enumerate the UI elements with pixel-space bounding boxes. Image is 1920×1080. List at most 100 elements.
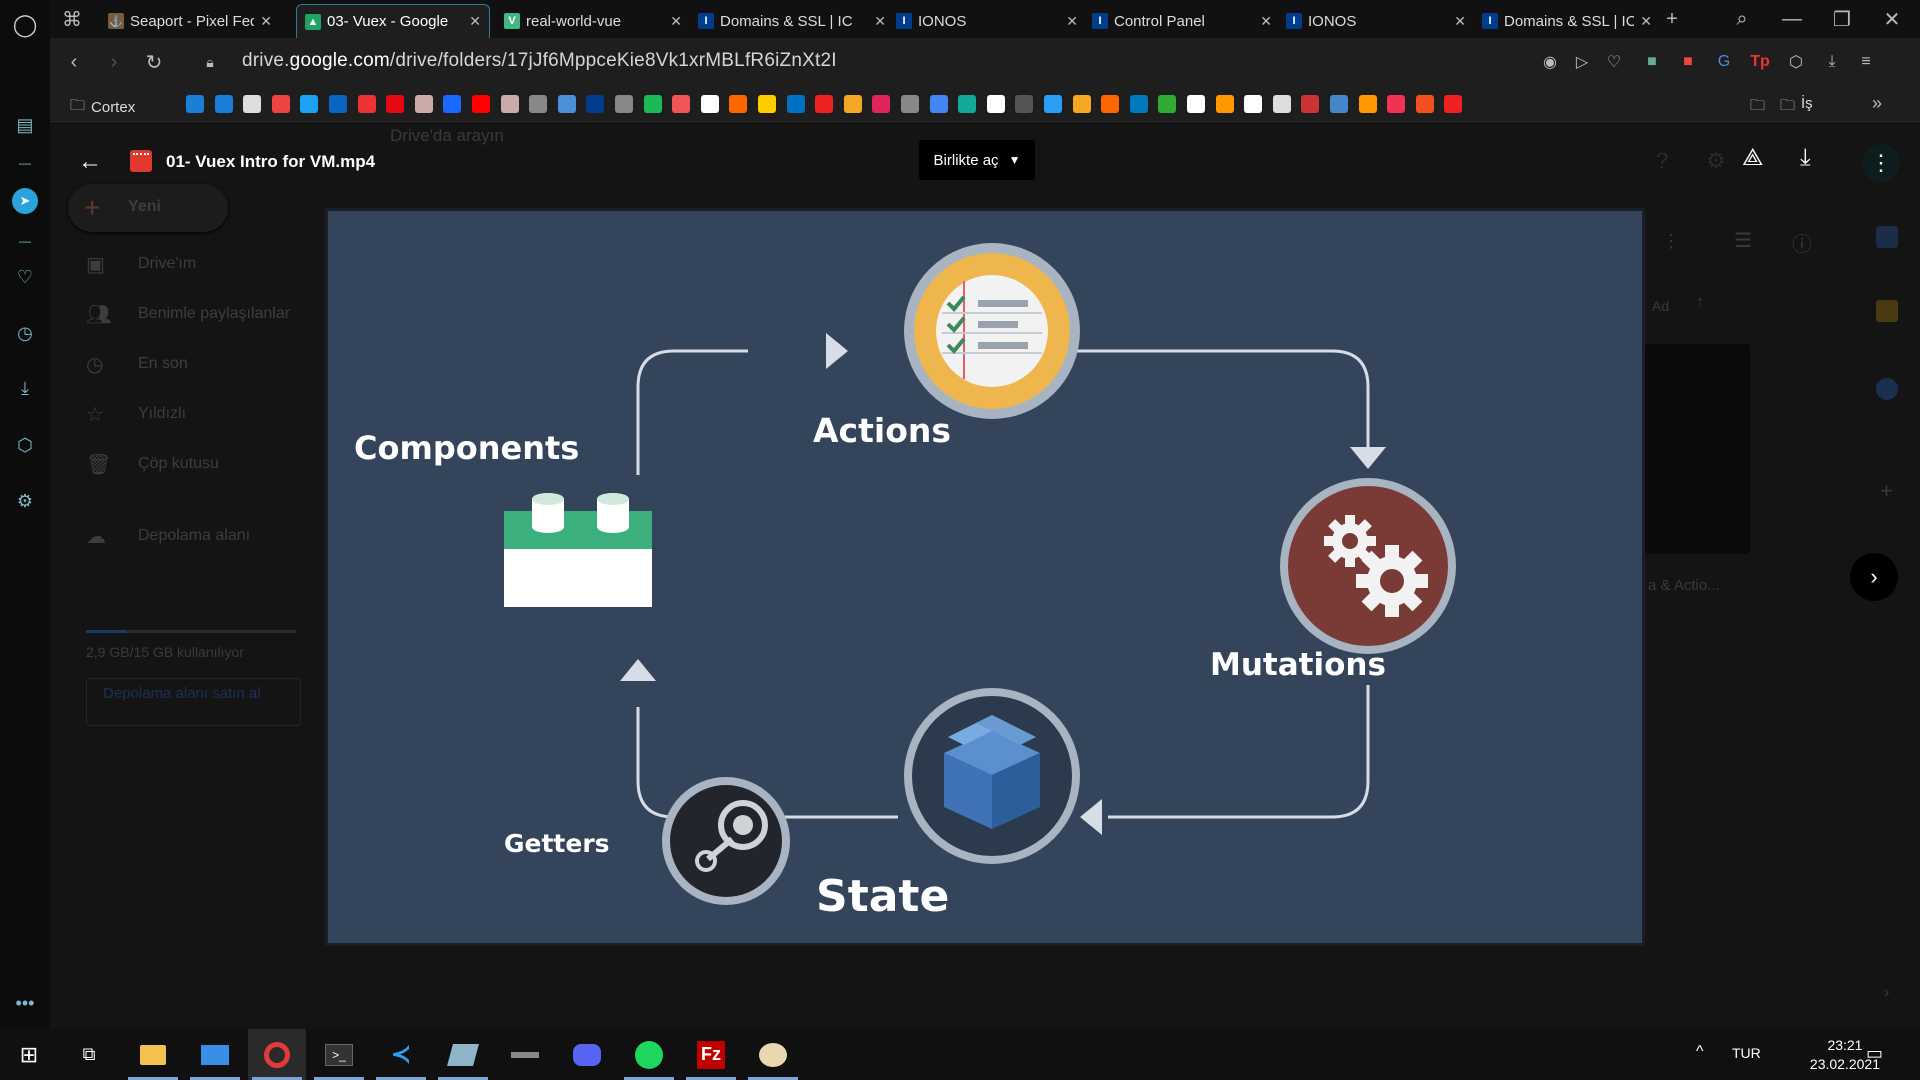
- bookmark-folder-cortex[interactable]: 🗀︎ Cortex: [70, 95, 135, 120]
- more-dots-icon[interactable]: •••: [12, 990, 38, 1016]
- bookmark-favicon-icon[interactable]: [843, 95, 862, 113]
- taskbar-spotify[interactable]: [620, 1029, 678, 1080]
- bookmark-favicon-icon[interactable]: [643, 95, 662, 113]
- bookmark-favicon-icon[interactable]: [1387, 95, 1406, 113]
- translate-icon[interactable]: G: [1714, 52, 1734, 72]
- bookmark-favicon-icon[interactable]: [300, 95, 319, 113]
- bookmark-favicon-icon[interactable]: [672, 95, 691, 113]
- browser-tab[interactable]: I Domains & SSL | IC ✕: [1474, 4, 1660, 38]
- bookmark-favicon-icon[interactable]: [329, 95, 347, 113]
- settings-gear-icon[interactable]: ⚙: [12, 488, 38, 514]
- language-indicator[interactable]: TUR: [1732, 1045, 1761, 1061]
- tp-icon[interactable]: Tp: [1750, 52, 1770, 72]
- bookmark-favicon-icon[interactable]: [186, 95, 204, 113]
- reload-button[interactable]: ↻: [142, 50, 166, 74]
- sort-label[interactable]: Ad: [1652, 298, 1669, 314]
- heart-icon[interactable]: ♡: [1604, 52, 1624, 72]
- tab-close-icon[interactable]: ✕: [260, 13, 272, 30]
- tab-close-icon[interactable]: ✕: [1640, 13, 1652, 30]
- taskbar-discord[interactable]: [558, 1029, 616, 1080]
- bookmark-favicon-icon[interactable]: [271, 95, 290, 113]
- bookmark-favicon-icon[interactable]: [1244, 95, 1263, 113]
- back-button[interactable]: ‹: [62, 50, 86, 74]
- list-view-icon[interactable]: ☰: [1734, 228, 1752, 253]
- video-player[interactable]: Components Actions Mutations State Gette…: [325, 208, 1645, 946]
- tray-chevron-icon[interactable]: ^: [1696, 1043, 1704, 1061]
- gamepad-icon[interactable]: ⌘: [60, 7, 84, 31]
- tasks-addon-icon[interactable]: [1876, 378, 1898, 400]
- tab-close-icon[interactable]: ✕: [1454, 13, 1466, 30]
- bookmark-favicon-icon[interactable]: [1015, 95, 1034, 113]
- bookmark-favicon-icon[interactable]: [529, 95, 548, 113]
- bookmark-favicon-icon[interactable]: [1072, 95, 1091, 113]
- extensions-cube-icon[interactable]: ⬡: [12, 432, 38, 458]
- bookmark-favicon-icon[interactable]: [1272, 95, 1291, 113]
- browser-tab[interactable]: ⚓ Seaport - Pixel Fed ✕: [100, 4, 280, 38]
- settings-icon[interactable]: ⚙: [1706, 148, 1726, 174]
- download-icon[interactable]: ⤓: [1800, 144, 1811, 172]
- minimize-button[interactable]: —: [1780, 7, 1804, 31]
- taskbar-file-explorer[interactable]: [124, 1029, 182, 1080]
- bookmark-favicon-icon[interactable]: [214, 95, 233, 113]
- tab-close-icon[interactable]: ✕: [1260, 13, 1272, 30]
- bookmark-favicon-icon[interactable]: [929, 95, 948, 113]
- taskbar-filezilla[interactable]: Fz: [682, 1029, 740, 1080]
- cube-icon[interactable]: ⬡: [1786, 52, 1806, 72]
- browser-tab[interactable]: ▲ 03- Vuex - Google ✕: [296, 4, 490, 38]
- bookmark-favicon-icon[interactable]: [443, 95, 462, 113]
- tab-close-icon[interactable]: ✕: [469, 13, 481, 30]
- bookmark-favicon-icon[interactable]: [615, 95, 633, 113]
- bookmark-favicon-icon[interactable]: [958, 95, 977, 113]
- taskbar-app[interactable]: [434, 1029, 492, 1080]
- nav-my-drive[interactable]: Drive'ım: [138, 255, 196, 273]
- more-bookmarks-icon[interactable]: »: [1872, 93, 1882, 114]
- new-tab-button[interactable]: +: [1660, 7, 1684, 31]
- bookmark-favicon-icon[interactable]: [729, 95, 748, 113]
- taskbar-app-2[interactable]: [496, 1029, 554, 1080]
- menu-icon[interactable]: ≡: [1856, 52, 1876, 72]
- bookmark-favicon-icon[interactable]: [1358, 95, 1377, 113]
- open-with-button[interactable]: Birlikte aç ▼: [919, 140, 1035, 180]
- calendar-addon-icon[interactable]: [1876, 226, 1898, 248]
- download-icon[interactable]: ⤓: [1822, 52, 1842, 72]
- tab-close-icon[interactable]: ✕: [1066, 13, 1078, 30]
- bookmark-favicon-icon[interactable]: [1129, 95, 1148, 113]
- tab-close-icon[interactable]: ✕: [874, 13, 886, 30]
- bookmark-folder-is[interactable]: 🗀︎ İş: [1780, 95, 1813, 120]
- add-to-drive-icon[interactable]: ⟁: [1742, 144, 1763, 172]
- bookmark-favicon-icon[interactable]: [786, 95, 805, 113]
- keep-addon-icon[interactable]: [1876, 300, 1898, 322]
- bookmark-favicon-icon[interactable]: [872, 95, 891, 113]
- taskbar-paint[interactable]: [744, 1029, 802, 1080]
- opera-logo-icon[interactable]: ◯: [12, 12, 38, 38]
- browser-tab[interactable]: I Control Panel ✕: [1084, 4, 1280, 38]
- taskbar-opera[interactable]: [248, 1029, 306, 1080]
- bookmark-favicon-icon[interactable]: [1444, 95, 1463, 113]
- nav-recent[interactable]: En son: [138, 355, 188, 373]
- bookmark-favicon-icon[interactable]: [1415, 95, 1434, 113]
- url-field[interactable]: drive.google.com/drive/folders/17jJf6Mpp…: [242, 50, 837, 72]
- nav-shared[interactable]: Benimle paylaşılanlar: [138, 305, 290, 323]
- nav-trash[interactable]: Çöp kutusu: [138, 455, 219, 473]
- bookmark-favicon-icon[interactable]: [1044, 95, 1062, 113]
- bookmark-favicon-icon[interactable]: [1330, 95, 1348, 113]
- browser-tab[interactable]: I Domains & SSL | IC ✕: [690, 4, 894, 38]
- bookmark-favicon-icon[interactable]: [586, 95, 605, 113]
- bookmark-favicon-icon[interactable]: [243, 95, 262, 113]
- taskbar-vscode[interactable]: ≺: [372, 1029, 430, 1080]
- bookmark-favicon-icon[interactable]: [1301, 95, 1320, 113]
- more-icon[interactable]: ⋮: [1662, 231, 1680, 252]
- info-icon[interactable]: ⓘ: [1792, 228, 1812, 257]
- taskbar-terminal[interactable]: >_: [310, 1029, 368, 1080]
- heart-icon[interactable]: ♡: [12, 264, 38, 290]
- sort-arrow-icon[interactable]: ↑: [1696, 294, 1704, 312]
- telegram-icon[interactable]: ➤: [12, 188, 38, 214]
- add-addon-icon[interactable]: +: [1880, 478, 1893, 504]
- bookmark-favicon-icon[interactable]: [901, 95, 919, 113]
- next-file-button[interactable]: ›: [1850, 553, 1898, 601]
- bookmark-favicon-icon[interactable]: [1187, 95, 1205, 113]
- task-view-button[interactable]: ⧉: [60, 1029, 118, 1080]
- downloads-icon[interactable]: ⤓: [12, 375, 38, 401]
- ext-box-icon[interactable]: ■: [1642, 52, 1662, 72]
- search-tabs-icon[interactable]: ⌕: [1730, 7, 1754, 31]
